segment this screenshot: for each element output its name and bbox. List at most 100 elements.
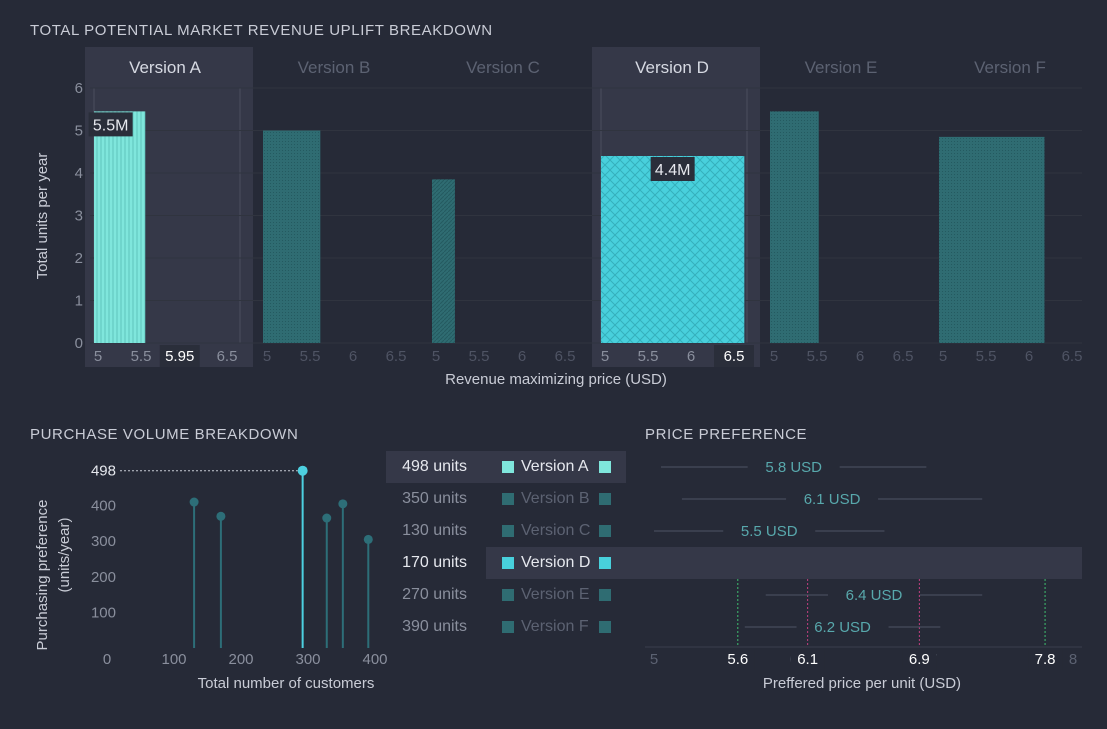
- x-tick-label: 5: [601, 348, 609, 365]
- price-x-tick: 5: [650, 651, 658, 668]
- x-axis-label: Revenue maximizing price (USD): [445, 371, 667, 388]
- lollipop-point[interactable]: [363, 534, 373, 544]
- price-marker-label: 5.95: [165, 348, 194, 365]
- y-tick-label: 3: [75, 208, 83, 225]
- x-tick-label: 6: [1025, 348, 1033, 365]
- price-row-label: 6.2 USD: [814, 619, 871, 636]
- units-row-1[interactable]: 498 units Version A: [386, 451, 626, 483]
- swatch-icon: [599, 461, 611, 473]
- version-label: Version C: [521, 522, 591, 539]
- volume-y-tick: 400: [91, 498, 116, 515]
- x-tick-label: 6: [856, 348, 864, 365]
- y-tick-label: 0: [75, 335, 83, 352]
- y-tick-label: 4: [75, 165, 83, 182]
- highlight-tick-label: 7.8: [1035, 651, 1056, 668]
- swatch-icon: [599, 525, 611, 537]
- highlight-value-label: 498: [91, 463, 116, 480]
- volume-x-tick: 300: [295, 651, 320, 668]
- panel-title-version-d[interactable]: Version D: [635, 58, 709, 77]
- bar-value-label: 4.4M: [655, 162, 691, 179]
- units-value: 498 units: [402, 458, 467, 475]
- highlight-tick-label: 6.1: [797, 651, 818, 668]
- volume-y-label-line2: (units/year): [56, 517, 73, 592]
- y-tick-label: 1: [75, 293, 83, 310]
- y-axis-label: Total units per year: [34, 153, 51, 280]
- version-label: Version D: [521, 554, 591, 571]
- x-tick-label: 5.5: [638, 348, 659, 365]
- y-tick-label: 6: [75, 80, 83, 97]
- bar-value-label: 5.5M: [93, 117, 129, 134]
- panel-title-version-f[interactable]: Version F: [974, 58, 1046, 77]
- price-x-tick: 8: [1069, 651, 1077, 668]
- x-tick-label: 5.5: [807, 348, 828, 365]
- x-tick-label: 6: [687, 348, 695, 365]
- volume-y-label-line1: Purchasing preference: [34, 500, 51, 651]
- units-row-5[interactable]: 270 units Version E: [386, 579, 626, 611]
- x-tick-label: 5: [770, 348, 778, 365]
- panel-title-version-c[interactable]: Version C: [466, 58, 540, 77]
- panel-title-version-a[interactable]: Version A: [129, 58, 201, 77]
- x-tick-label: 6.5: [893, 348, 914, 365]
- x-tick-label: 5.5: [300, 348, 321, 365]
- panel-title-version-e[interactable]: Version E: [805, 58, 878, 77]
- x-tick-label: 5: [263, 348, 271, 365]
- version-label: Version B: [521, 490, 590, 507]
- price-x-label: Preffered price per unit (USD): [763, 675, 961, 692]
- units-row-3[interactable]: 130 units Version C: [386, 515, 626, 547]
- x-tick-label: 6.5: [386, 348, 407, 365]
- y-tick-label: 5: [75, 123, 83, 140]
- bar-version-a[interactable]: [94, 111, 146, 343]
- volume-y-tick: 100: [91, 604, 116, 621]
- bar-version-c[interactable]: [432, 179, 455, 343]
- x-tick-label: 6: [518, 348, 526, 365]
- volume-x-label: Total number of customers: [198, 675, 375, 692]
- swatch-icon: [502, 589, 514, 601]
- x-tick-label: 5: [94, 348, 102, 365]
- lollipop-point[interactable]: [216, 511, 226, 521]
- volume-x-tick: 200: [228, 651, 253, 668]
- price-row-label: 5.5 USD: [741, 523, 798, 540]
- panel-title-version-b[interactable]: Version B: [298, 58, 371, 77]
- volume-x-tick: 400: [362, 651, 387, 668]
- units-value: 130 units: [402, 522, 467, 539]
- lollipop-point[interactable]: [338, 499, 348, 509]
- units-row-4[interactable]: 170 units Version D: [402, 547, 1082, 579]
- swatch-icon: [502, 461, 514, 473]
- lollipop-point[interactable]: [322, 513, 332, 523]
- volume-x-tick: 100: [161, 651, 186, 668]
- units-value: 350 units: [402, 490, 467, 507]
- version-label: Version A: [521, 458, 589, 475]
- version-label: Version F: [521, 618, 589, 635]
- x-tick-label: 5: [939, 348, 947, 365]
- swatch-icon: [502, 525, 514, 537]
- swatch-icon: [502, 493, 514, 505]
- highlight-tick-label: 6.9: [909, 651, 930, 668]
- swatch-icon: [599, 589, 611, 601]
- price-row-label: 6.1 USD: [804, 491, 861, 508]
- volume-y-tick: 200: [91, 569, 116, 586]
- units-value: 270 units: [402, 586, 467, 603]
- x-tick-label: 5.5: [469, 348, 490, 365]
- y-tick-label: 2: [75, 250, 83, 267]
- volume-x-tick: 0: [103, 651, 111, 668]
- price-marker-label: 6.5: [724, 348, 745, 365]
- swatch-icon: [502, 621, 514, 633]
- highlight-tick-label: 5.6: [727, 651, 748, 668]
- x-tick-label: 5.5: [131, 348, 152, 365]
- bar-version-b[interactable]: [263, 130, 321, 344]
- lollipop-point[interactable]: [297, 465, 308, 476]
- x-tick-label: 6.5: [555, 348, 576, 365]
- bar-version-f[interactable]: [939, 136, 1045, 343]
- volume-y-tick: 300: [91, 533, 116, 550]
- x-tick-label: 6: [349, 348, 357, 365]
- bar-version-d[interactable]: [601, 156, 745, 343]
- units-row-6[interactable]: 390 units Version F: [386, 611, 626, 643]
- price-row-label: 6.4 USD: [846, 587, 903, 604]
- price-row-label: 5.8 USD: [765, 459, 822, 476]
- x-tick-label: 6.5: [1062, 348, 1083, 365]
- bar-version-e[interactable]: [770, 111, 819, 343]
- x-tick-label: 6.5: [217, 348, 238, 365]
- units-row-2[interactable]: 350 units Version B: [386, 483, 626, 515]
- lollipop-point[interactable]: [189, 497, 199, 507]
- swatch-icon: [599, 493, 611, 505]
